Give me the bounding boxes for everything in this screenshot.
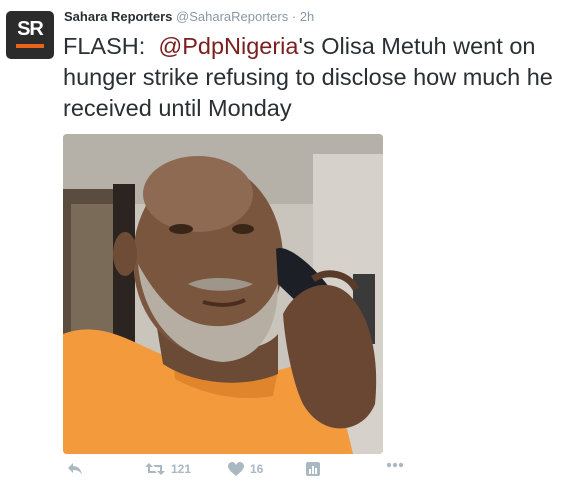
tweet-actions: 121 16 [63,462,503,484]
like-button[interactable]: 16 [228,462,263,476]
retweet-icon [145,463,165,475]
header-separator: · [291,9,297,24]
author-handle[interactable]: @SaharaReporters [176,9,288,24]
retweet-count: 121 [171,462,192,476]
tweet-text: FLASH: @PdpNigeria's Olisa Metuh went on… [63,31,558,124]
analytics-icon [306,462,320,476]
tweet-photo[interactable] [63,134,383,454]
tweet-text-prefix: FLASH: [63,33,159,59]
heart-icon [228,462,244,476]
analytics-button[interactable] [306,462,320,476]
reply-icon [68,463,82,475]
photo-illustration [63,134,383,454]
retweet-button[interactable]: 121 [145,462,191,476]
more-icon [386,462,404,468]
more-button[interactable] [386,462,404,468]
author-name[interactable]: Sahara Reporters [64,9,172,24]
mention-link[interactable]: @PdpNigeria [158,33,298,59]
like-count: 16 [250,462,264,476]
tweet-header: Sahara Reporters @SaharaReporters · 2h [64,9,314,24]
avatar-accent-bar [16,44,44,48]
tweet-timestamp[interactable]: 2h [300,9,314,24]
avatar-monogram: SR [17,18,44,40]
reply-button[interactable] [67,462,83,476]
avatar[interactable]: SR [6,11,54,59]
